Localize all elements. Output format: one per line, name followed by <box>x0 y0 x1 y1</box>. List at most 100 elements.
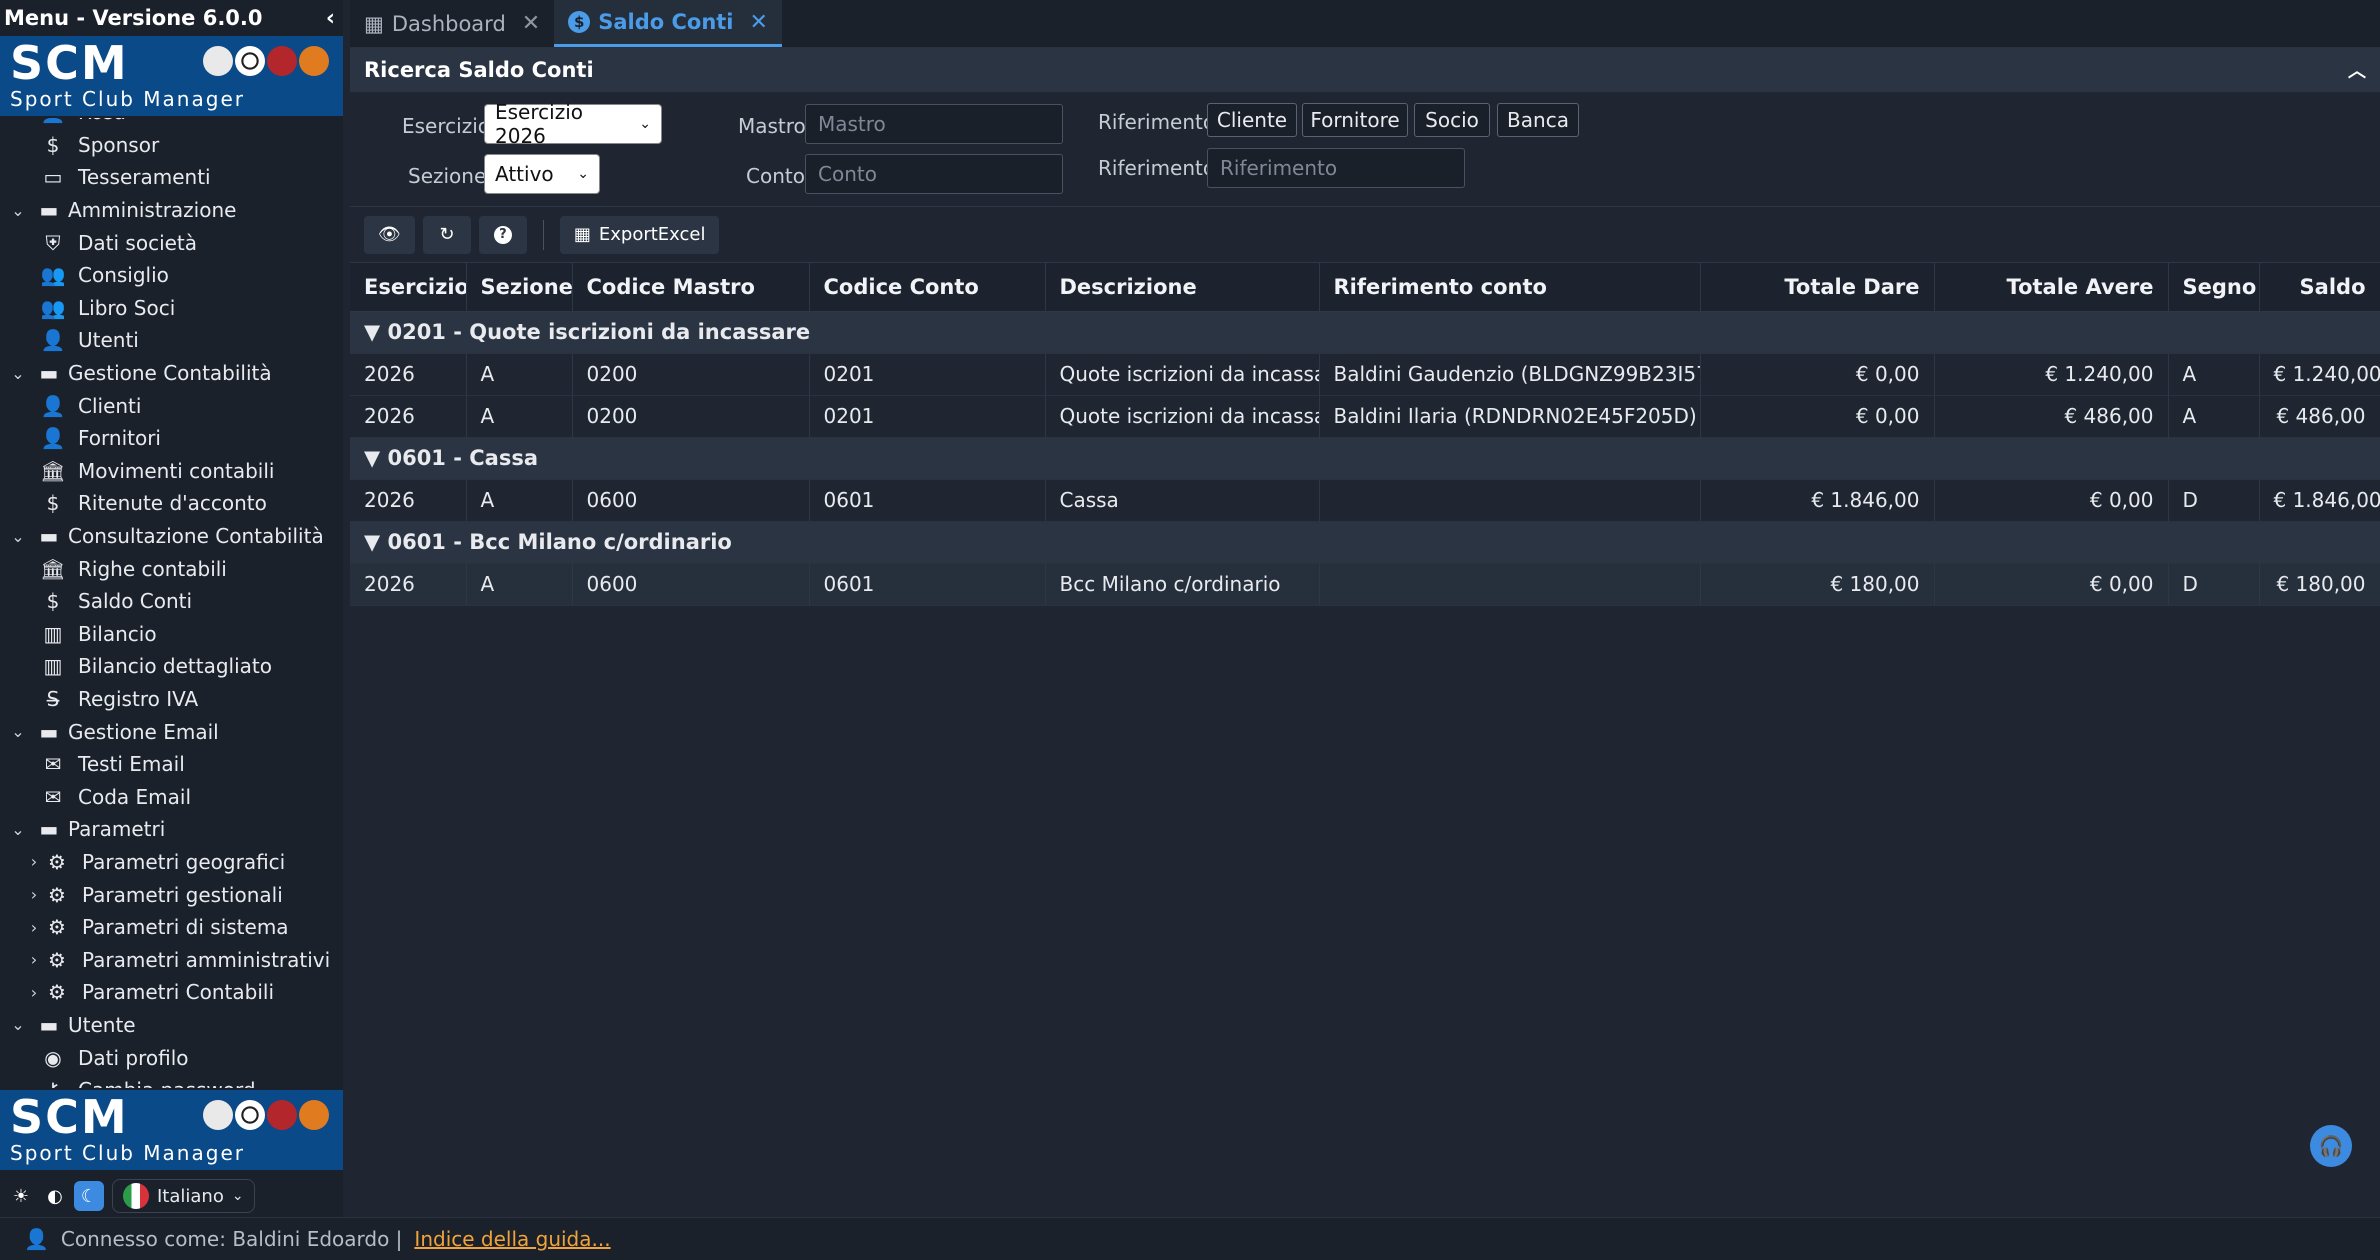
panel-header[interactable]: Ricerca Saldo Conti ︿ <box>350 48 2380 92</box>
collapse-sidebar-icon[interactable]: ‹ <box>326 6 335 31</box>
sidebar-item[interactable]: ⛨ Dati società <box>0 226 343 259</box>
table-cell <box>1319 563 1701 606</box>
column-header[interactable]: Sezione <box>466 263 573 312</box>
dollar-circle-icon: $ <box>46 589 60 614</box>
tab-dashboard[interactable]: ▦ Dashboard ✕ <box>350 0 554 47</box>
group-row[interactable]: ▼ 0601 - Cassa <box>350 437 2380 480</box>
tab-saldo-conti[interactable]: $ Saldo Conti ✕ <box>554 0 782 47</box>
guide-index-link[interactable]: Indice della guida... <box>414 1227 610 1251</box>
sidebar-item[interactable]: ⌄ ▬ Amministrazione <box>0 194 343 227</box>
mail-icon: ✉ <box>44 752 62 777</box>
sidebar-item-label: Saldo Conti <box>78 589 193 614</box>
sidebar-item[interactable]: 👥 Consiglio <box>0 259 343 292</box>
esercizio-select[interactable]: Esercizio 2026 ⌄ <box>484 100 662 148</box>
language-selector[interactable]: Italiano ⌄ <box>112 1179 255 1213</box>
sidebar-item[interactable]: ⌄ ▬ Consultazione Contabilità <box>0 520 343 553</box>
sidebar-item[interactable]: › ⚙ Parametri di sistema <box>0 911 343 944</box>
column-header[interactable]: Descrizione <box>1045 263 1320 312</box>
sidebar-item[interactable]: 👤 Utenti <box>0 324 343 357</box>
sidebar-item[interactable]: ▭ Tesseramenti <box>0 161 343 194</box>
sidebar-item[interactable]: 👤 Clienti <box>0 389 343 422</box>
folder-icon: ▬ <box>39 524 59 549</box>
sidebar-item[interactable]: 🏛 Righe contabili <box>0 552 343 585</box>
sidebar-item-label: Utenti <box>78 328 139 353</box>
table-row[interactable]: 2026 A 0200 0201 Quote iscrizioni da incassa… <box>350 353 2380 396</box>
sidebar-item[interactable]: $ Sponsor <box>0 129 343 162</box>
table-row[interactable]: 2026 A 0600 0601 Bcc Milano c/ordinario € 180… <box>350 563 2380 606</box>
sidebar-item[interactable]: › ⚙ Parametri amministrativi <box>0 943 343 976</box>
sidebar-item[interactable]: ✉ Coda Email <box>0 780 343 813</box>
table-cell: A <box>2168 395 2260 438</box>
chevron-down-icon: ⌄ <box>231 1188 244 1204</box>
sidebar-menu: 👤 Rosa $ Sponsor ▭ Tesseramenti ⌄ ▬ Amministrazi… <box>0 118 343 1088</box>
table-row[interactable]: 2026 A 0200 0201 Quote iscrizioni da incassa… <box>350 395 2380 438</box>
column-header[interactable]: Codice Mastro <box>572 263 810 312</box>
user-outline-icon: 👤 <box>40 393 66 418</box>
sidebar-item[interactable]: ⌄ ▬ Gestione Contabilità <box>0 357 343 390</box>
sezione-select[interactable]: Attivo ⌄ <box>484 154 600 194</box>
sidebar-item[interactable]: 🏛 Movimenti contabili <box>0 455 343 488</box>
sidebar-item[interactable]: $ Ritenute d'acconto <box>0 487 343 520</box>
sidebar-item[interactable]: ⌄ ▬ Utente <box>0 1009 343 1042</box>
chevron-down-icon: ⌄ <box>11 526 25 546</box>
sidebar-item-label: Dati società <box>78 230 198 255</box>
socio-button[interactable]: Socio <box>1414 103 1490 137</box>
riferimento-input[interactable]: Riferimento <box>1207 148 1465 188</box>
export-excel-button[interactable]: ▦ ExportExcel <box>559 215 720 254</box>
sidebar-item[interactable]: S̶ Registro IVA <box>0 683 343 716</box>
chevron-down-icon: ⌄ <box>11 200 25 220</box>
column-header[interactable]: Codice Conto <box>809 263 1046 312</box>
sidebar-item[interactable]: ▥ Bilancio <box>0 618 343 651</box>
table-cell: € 180,00 <box>1700 563 1935 606</box>
sidebar-item[interactable]: ⌄ ▬ Parametri <box>0 813 343 846</box>
sidebar-item-label: Parametri di sistema <box>82 915 289 940</box>
help-button[interactable]: ? <box>478 215 527 254</box>
column-header[interactable]: Riferimento conto <box>1319 263 1701 312</box>
headset-icon: 🎧 <box>2318 1134 2344 1158</box>
light-theme-icon[interactable]: ☀ <box>6 1181 36 1211</box>
mastro-input[interactable]: Mastro <box>805 104 1063 144</box>
close-icon[interactable]: ✕ <box>522 11 540 36</box>
group-row[interactable]: ▼ 0201 - Quote iscrizioni da incassare <box>350 311 2380 354</box>
view-button[interactable]: 👁 <box>364 215 415 254</box>
sidebar-item[interactable]: ⚷ Cambia password <box>0 1074 343 1088</box>
group-row[interactable]: ▼ 0601 - Bcc Milano c/ordinario <box>350 521 2380 564</box>
support-chat-button[interactable]: 🎧 <box>2310 1125 2352 1167</box>
close-icon[interactable]: ✕ <box>750 10 768 35</box>
status-bar: 👤 Connesso come: Baldini Edoardo | Indic… <box>0 1217 2380 1260</box>
table-row[interactable]: 2026 A 0600 0601 Cassa € 1.846,00 € 0,00 D € 1.8… <box>350 479 2380 522</box>
chevron-down-icon: ⌄ <box>11 819 25 839</box>
sidebar-item-label: Parametri geografici <box>82 849 286 874</box>
conto-input[interactable]: Conto <box>805 154 1063 194</box>
chevron-right-icon: › <box>30 982 38 1002</box>
column-header[interactable]: Totale Avere <box>1934 263 2169 312</box>
sidebar-item[interactable]: › ⚙ Parametri geografici <box>0 846 343 879</box>
sidebar-item[interactable]: 👤 Fornitori <box>0 422 343 455</box>
auto-theme-icon[interactable]: ◐ <box>40 1181 70 1211</box>
fornitore-button[interactable]: Fornitore <box>1302 103 1408 137</box>
table-cell: A <box>466 353 573 396</box>
column-header[interactable]: Segno <box>2168 263 2260 312</box>
sidebar-item[interactable]: › ⚙ Parametri gestionali <box>0 878 343 911</box>
sidebar-item[interactable]: 👥 Libro Soci <box>0 292 343 325</box>
cliente-button[interactable]: Cliente <box>1207 103 1297 137</box>
sidebar-item[interactable]: › ⚙ Parametri Contabili <box>0 976 343 1009</box>
chart-icon: ▥ <box>43 654 63 679</box>
refresh-button[interactable]: ↻ <box>422 215 471 254</box>
column-header[interactable]: Saldo <box>2259 263 2380 312</box>
chevron-down-icon: ⌄ <box>11 363 25 383</box>
sidebar-item[interactable]: ◉ Dati profilo <box>0 1041 343 1074</box>
sidebar-item[interactable]: 👤 Rosa <box>0 118 343 129</box>
sidebar-item[interactable]: $ Saldo Conti <box>0 585 343 618</box>
banca-button[interactable]: Banca <box>1497 103 1579 137</box>
dark-theme-icon[interactable]: ☾ <box>74 1181 104 1211</box>
sidebar-item[interactable]: ▥ Bilancio dettagliato <box>0 650 343 683</box>
group-title-cell: ▼ 0601 - Cassa <box>350 437 2380 480</box>
chevron-up-icon[interactable]: ︿ <box>2348 57 2366 83</box>
sidebar-item-label: Consiglio <box>78 263 169 288</box>
table-cell: 2026 <box>350 479 467 522</box>
sidebar-item[interactable]: ✉ Testi Email <box>0 748 343 781</box>
column-header[interactable]: Totale Dare <box>1700 263 1935 312</box>
column-header[interactable]: Esercizio <box>350 263 467 312</box>
sidebar-item[interactable]: ⌄ ▬ Gestione Email <box>0 715 343 748</box>
